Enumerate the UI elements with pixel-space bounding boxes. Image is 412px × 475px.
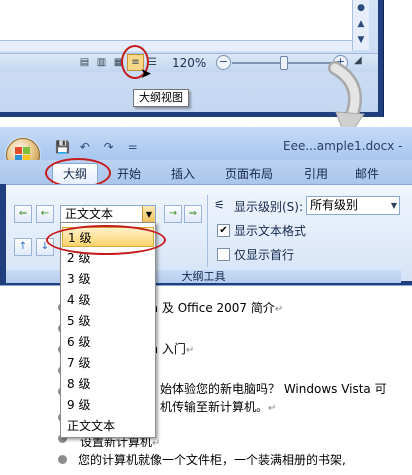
tab-references[interactable]: 引用 [304,165,328,182]
mouse-cursor-icon: ➤ [140,66,152,82]
show-first-line-checkbox[interactable] [217,248,230,261]
show-level-label: 显示级别(S): [234,200,304,214]
chevron-down-icon[interactable]: ▼ [391,197,397,214]
zoom-out-icon[interactable]: − [216,55,231,70]
dropdown-item-level8[interactable]: 8 级 [62,374,154,394]
dropdown-item-body-text[interactable]: 正文文本 [62,416,154,436]
dropdown-item-level3[interactable]: 3 级 [62,269,154,289]
horizontal-scrollbar[interactable] [0,40,352,51]
doc-line: 始体验您的新电脑吗？ Windows Vista 可 [160,382,387,396]
dropdown-item-level4[interactable]: 4 级 [62,290,154,310]
redo-icon[interactable]: ↷ [104,140,114,154]
print-layout-icon[interactable]: ▤ [76,54,93,71]
move-up-icon[interactable]: ↑ [14,238,32,256]
scroll-up-icon[interactable]: ▲ [355,18,367,30]
tab-insert[interactable]: 插入 [171,165,195,182]
show-text-format-label: 显示文本格式 [234,224,307,238]
tab-mailings[interactable]: 邮件 [355,165,379,182]
promote-icon[interactable]: ← [36,205,54,223]
scroll-dot-icon: ● [357,3,365,13]
tooltip: 大纲视图 [133,89,189,107]
show-text-format-checkbox[interactable]: ✔ [217,224,230,237]
save-icon[interactable]: 💾 [55,140,70,154]
quick-access-toolbar: 💾 ↶ ↷ = [55,140,138,154]
doc-line: ta 及 Office 2007 简介↵ [146,301,284,315]
dropdown-item-level9[interactable]: 9 级 [62,395,154,415]
undo-icon[interactable]: ↶ [80,140,90,154]
document-area [0,0,352,40]
doc-line: 机传输至新计算机。↵ [160,400,277,414]
dropdown-item-level5[interactable]: 5 级 [62,311,154,331]
scroll-down-icon[interactable]: ▼ [355,34,367,46]
doc-line: 您的计算机就像一个文件柜，一个装满相册的书架, [78,453,346,467]
customize-qat-icon[interactable]: = [128,140,138,154]
dropdown-item-level7[interactable]: 7 级 [62,353,154,373]
vertical-scrollbar[interactable]: ● ▲ ▼ [352,0,369,50]
outline-bullet[interactable] [58,455,67,464]
show-level-icon: ⚟ [214,198,225,212]
chevron-down-icon[interactable]: ▼ [142,206,155,223]
promote-to-heading1-icon[interactable]: ⇐ [14,205,32,223]
dropdown-item-level6[interactable]: 6 级 [62,332,154,352]
tab-page-layout[interactable]: 页面布局 [225,165,273,182]
group-divider [207,195,208,267]
level1-highlight-ring [46,225,166,255]
full-screen-reading-icon[interactable]: ▥ [93,54,110,71]
outline-level-value: 正文文本 [65,207,114,221]
show-first-line-label: 仅显示首行 [234,248,295,262]
show-level-value: 所有级别 [310,198,359,212]
show-level-select[interactable]: 所有级别 ▼ [306,196,400,215]
zoom-level[interactable]: 120% [172,56,206,70]
demote-icon[interactable]: → [164,205,182,223]
window-title: Eee...ample1.docx - [283,139,403,153]
demote-to-body-icon[interactable]: ⇒ [184,205,202,223]
tab-home[interactable]: 开始 [117,165,141,182]
